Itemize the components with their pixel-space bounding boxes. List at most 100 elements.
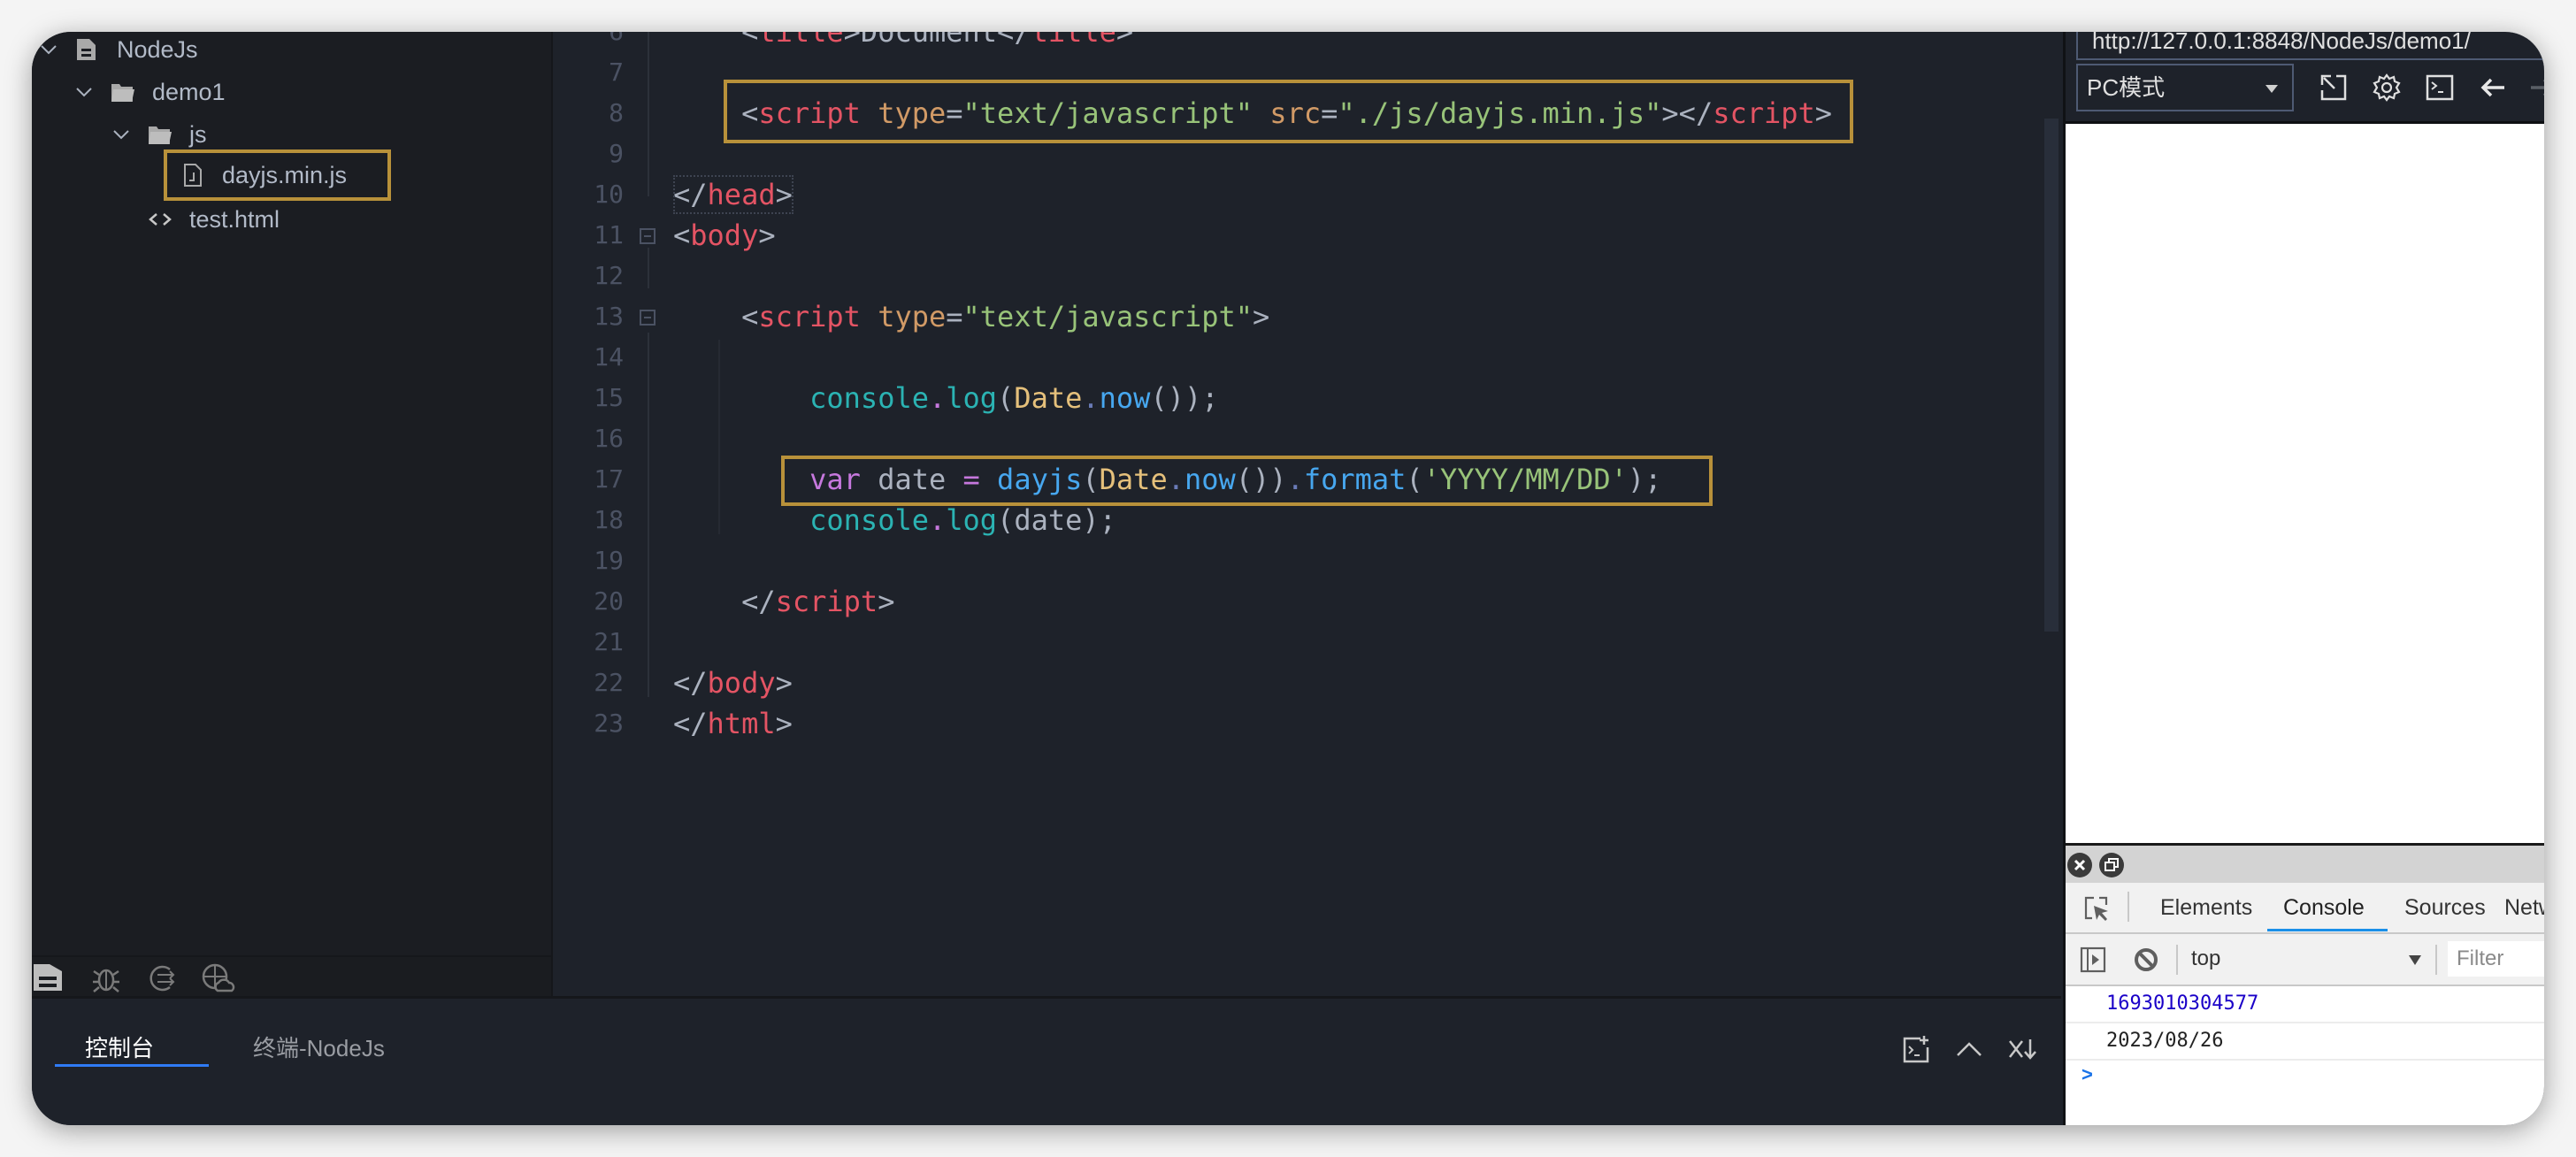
code-token: > xyxy=(1116,32,1134,49)
separator xyxy=(2435,945,2437,975)
project-icon xyxy=(77,39,96,60)
line-number: 16 xyxy=(594,424,624,453)
code-token: >Document</ xyxy=(843,32,1031,49)
editor-scrollbar[interactable] xyxy=(2044,119,2058,632)
code-line[interactable]: console.log(Date.now()); xyxy=(673,378,1218,418)
browser-preview: http://127.0.0.1:8848/NodeJs/demo1/ PC模式… xyxy=(2063,32,2544,1125)
tree-item-label: NodeJs xyxy=(117,35,198,63)
code-token: body xyxy=(707,666,776,700)
separator xyxy=(2176,945,2178,975)
line-number: 18 xyxy=(594,505,624,534)
tree-item-dayjs-min-js[interactable]: dayjs.min.js xyxy=(164,149,391,201)
devtools-titlebar xyxy=(2066,843,2544,885)
close-devtools-icon[interactable] xyxy=(2067,853,2092,877)
inspect-element-icon[interactable] xyxy=(2083,895,2110,922)
code-token: > xyxy=(878,585,895,618)
separator xyxy=(2128,892,2129,922)
context-select[interactable]: top xyxy=(2191,946,2220,971)
code-token: < xyxy=(673,218,691,252)
indent-guide xyxy=(648,248,649,288)
tree-item-nodejs[interactable]: NodeJs xyxy=(39,32,198,71)
chevron-down-icon[interactable] xyxy=(111,125,131,144)
device-mode-value: PC模式 xyxy=(2087,74,2166,101)
code-token: . xyxy=(1082,381,1100,415)
tree-item-demo1[interactable]: demo1 xyxy=(74,71,226,113)
code-token: title xyxy=(758,32,844,49)
code-line[interactable]: <script type="text/javascript"> xyxy=(673,296,1269,337)
code-line[interactable]: </html> xyxy=(673,703,793,744)
line-number: 7 xyxy=(609,57,624,87)
line-number: 23 xyxy=(594,709,624,738)
line-number: 8 xyxy=(609,98,624,127)
terminal-icon[interactable] xyxy=(2425,73,2455,103)
device-mode-select[interactable]: PC模式 xyxy=(2076,64,2294,111)
code-token: title xyxy=(1031,32,1116,49)
console-log-value: 2023/08/26 xyxy=(2106,1030,2224,1052)
chevron-up-icon[interactable] xyxy=(1954,1034,1984,1064)
code-line[interactable]: <title>Document</title> xyxy=(673,32,1133,52)
fold-toggle-icon[interactable] xyxy=(640,228,656,244)
line-number: 10 xyxy=(594,180,624,209)
new-terminal-icon[interactable] xyxy=(1901,1034,1931,1064)
code-token: </ xyxy=(673,707,708,740)
code-token: type xyxy=(878,300,947,333)
undock-devtools-icon[interactable] xyxy=(2099,853,2124,877)
code-token: > xyxy=(775,707,793,740)
line-number: 17 xyxy=(594,464,624,494)
tab-elements[interactable]: Elements xyxy=(2160,895,2252,921)
cloud-deploy-icon[interactable] xyxy=(200,961,235,996)
chevron-down-icon[interactable] xyxy=(74,82,94,102)
code-token: script xyxy=(758,300,861,333)
js-file-icon xyxy=(184,164,202,187)
clear-console-icon[interactable] xyxy=(2133,946,2159,973)
forward-arrow-icon[interactable] xyxy=(2527,73,2544,103)
show-sidebar-icon[interactable] xyxy=(2080,946,2106,973)
fold-toggle-icon[interactable] xyxy=(640,310,656,326)
back-arrow-icon[interactable] xyxy=(2478,73,2508,103)
tab-console[interactable]: 控制台 xyxy=(85,1031,154,1063)
indent-guide xyxy=(648,333,649,697)
line-number: 12 xyxy=(594,261,624,290)
line-number: 11 xyxy=(594,220,624,249)
project-manager-icon[interactable] xyxy=(32,961,67,996)
code-token: = xyxy=(946,300,963,333)
highlight-box-line-17 xyxy=(781,456,1713,506)
code-line[interactable]: </script> xyxy=(673,581,894,622)
code-line[interactable]: </body> xyxy=(673,663,793,703)
line-number: 19 xyxy=(594,546,624,575)
expand-icon[interactable] xyxy=(2319,73,2349,103)
tab-network[interactable]: Network xyxy=(2504,895,2544,921)
active-tab-indicator xyxy=(55,1064,209,1067)
code-token: "text/javascript" xyxy=(962,300,1254,333)
tree-item-label: test.html xyxy=(189,205,280,233)
chevron-down-icon[interactable] xyxy=(39,40,58,59)
highlight-box-line-8 xyxy=(724,80,1853,143)
tab-terminal-nodejs[interactable]: 终端-NodeJs xyxy=(253,1031,385,1063)
project-explorer: NodeJs demo1 js dayjs.min.js test.html xyxy=(32,32,553,998)
line-number: 14 xyxy=(594,342,624,372)
tree-item-label: demo1 xyxy=(152,78,226,105)
gear-icon[interactable] xyxy=(2372,73,2402,103)
code-token: > xyxy=(758,218,776,252)
code-editor[interactable]: 67891011121314151617181920212223 <title>… xyxy=(553,32,2061,996)
console-filter-input[interactable]: Filter xyxy=(2448,941,2544,977)
tree-item-js[interactable]: js xyxy=(111,113,207,156)
indent-guide xyxy=(718,340,720,534)
code-token: </ xyxy=(673,585,776,618)
code-token: Date xyxy=(1014,381,1083,415)
tab-sources[interactable]: Sources xyxy=(2404,895,2486,921)
code-token: < xyxy=(673,32,759,49)
debug-icon[interactable] xyxy=(88,961,124,996)
code-token: now xyxy=(1099,381,1151,415)
tab-console[interactable]: Console xyxy=(2283,895,2365,921)
code-token: script xyxy=(775,585,878,618)
code-line[interactable]: <body> xyxy=(673,215,776,256)
url-input[interactable]: http://127.0.0.1:8848/NodeJs/demo1/ xyxy=(2076,32,2544,60)
context-dropdown-caret-icon[interactable] xyxy=(2409,955,2421,965)
sidebar-toolbar xyxy=(32,955,551,998)
line-number: 15 xyxy=(594,383,624,412)
clear-scroll-icon[interactable] xyxy=(2007,1034,2037,1064)
git-icon[interactable] xyxy=(143,961,179,996)
tree-item-test-html[interactable]: test.html xyxy=(147,198,280,241)
console-prompt-icon[interactable]: > xyxy=(2082,1063,2093,1086)
